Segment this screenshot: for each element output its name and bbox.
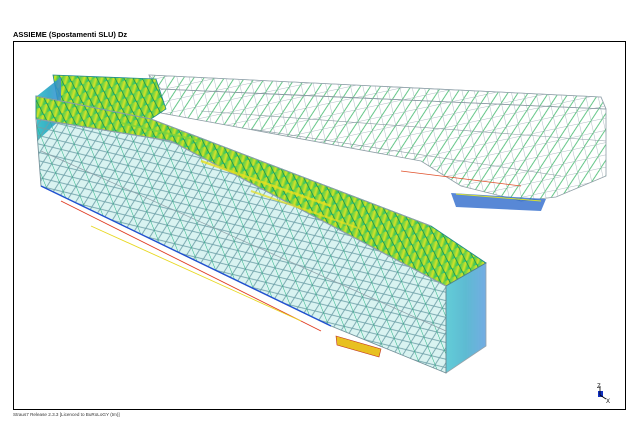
license-footer: Straus7 Release 2.3.3 [Licenced to BuRoL… <box>13 412 120 417</box>
triad-x-label: X <box>606 399 610 405</box>
structure-model <box>35 74 607 374</box>
view-title: ASSIEME (Spostamenti SLU) Dz <box>13 30 128 39</box>
model-viewport[interactable] <box>13 41 626 410</box>
axis-triad: Z X <box>592 383 614 405</box>
triad-z-label: Z <box>597 384 601 390</box>
